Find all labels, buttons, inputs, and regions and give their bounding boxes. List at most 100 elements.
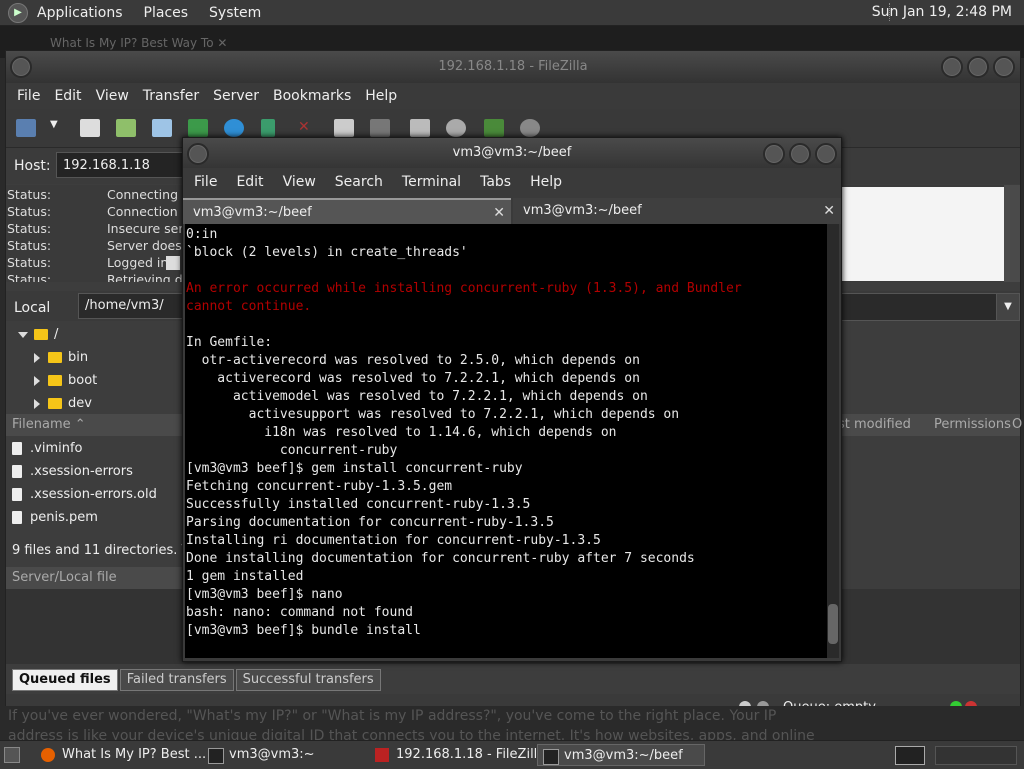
minimize-icon[interactable] <box>941 56 963 78</box>
window-menu-icon[interactable] <box>10 56 32 78</box>
workspace-switcher-2[interactable] <box>935 746 1017 765</box>
menu-applications[interactable]: Applications <box>37 5 123 21</box>
terminal-tab-2[interactable]: vm3@vm3:~/beef ✕ <box>513 198 841 224</box>
term-menu-tabs[interactable]: Tabs <box>480 174 511 190</box>
folder-icon <box>34 329 48 340</box>
terminal-line: bash: nano: command not found <box>186 605 413 620</box>
refresh-icon[interactable] <box>224 119 244 137</box>
tree-item-dev[interactable]: dev <box>34 396 92 409</box>
reconnect-icon[interactable] <box>370 119 390 137</box>
browser-tab[interactable]: What Is My IP? Best Way To ✕ <box>50 36 227 50</box>
filezilla-title: 192.168.1.18 - FileZilla <box>438 59 588 74</box>
log-scrollbar[interactable] <box>1004 185 1020 282</box>
tab-failed-transfers[interactable]: Failed transfers <box>119 669 234 691</box>
terminal-line: [vm3@vm3 beef]$ gem install concurrent-r… <box>186 461 523 476</box>
owner-header[interactable]: O <box>1012 414 1022 436</box>
search-icon[interactable] <box>520 119 540 137</box>
taskbar-item-browser[interactable]: What Is My IP? Best ... <box>36 744 206 766</box>
transfer-queue-icon[interactable] <box>188 119 208 137</box>
host-input[interactable]: 192.168.1.18 <box>56 152 186 178</box>
scrollbar-thumb[interactable] <box>828 604 838 644</box>
remote-tree-icon[interactable] <box>152 119 172 137</box>
terminal-line: 0:in <box>186 227 218 242</box>
expand-icon[interactable] <box>18 331 28 338</box>
terminal-tab-1[interactable]: vm3@vm3:~/beef ✕ <box>183 198 511 224</box>
chevron-down-icon[interactable]: ▼ <box>50 119 58 137</box>
expand-icon[interactable] <box>34 352 40 363</box>
taskbar-item-filezilla[interactable]: 192.168.1.18 - FileZilla <box>370 744 545 766</box>
tab-queued-files[interactable]: Queued files <box>12 669 118 691</box>
term-menu-file[interactable]: File <box>194 174 217 190</box>
close-icon[interactable]: ✕ <box>823 198 835 224</box>
permissions-header[interactable]: Permissions <box>934 414 1011 436</box>
show-desktop-icon[interactable] <box>4 747 20 763</box>
terminal-line: [vm3@vm3 beef]$ nano <box>186 587 343 602</box>
terminal-line: Done installing documentation for concur… <box>186 551 695 566</box>
taskbar-item-terminal-home[interactable]: vm3@vm3:~ <box>203 744 367 766</box>
fz-menu-help[interactable]: Help <box>365 88 397 104</box>
host-label: Host: <box>14 158 51 174</box>
term-menu-terminal[interactable]: Terminal <box>402 174 461 190</box>
file-row[interactable]: .xsession-errors <box>12 464 133 479</box>
tab-successful-transfers[interactable]: Successful transfers <box>235 669 381 691</box>
maximize-icon[interactable] <box>967 56 989 78</box>
fz-menu-edit[interactable]: Edit <box>54 88 81 104</box>
term-menu-edit[interactable]: Edit <box>236 174 263 190</box>
window-menu-icon[interactable] <box>187 143 209 165</box>
filezilla-titlebar[interactable]: 192.168.1.18 - FileZilla <box>6 51 1020 83</box>
terminal-titlebar[interactable]: vm3@vm3:~/beef <box>183 138 841 168</box>
terminal-window: vm3@vm3:~/beef File Edit View Search Ter… <box>182 137 842 662</box>
tree-item-bin[interactable]: bin <box>34 350 88 365</box>
fz-menu-file[interactable]: File <box>17 88 40 104</box>
message-log-icon[interactable] <box>80 119 100 137</box>
cancel-icon[interactable]: ✕ <box>298 119 318 137</box>
fz-menu-view[interactable]: View <box>96 88 129 104</box>
taskbar-item-terminal-beef[interactable]: vm3@vm3:~/beef <box>537 744 705 766</box>
file-row[interactable]: penis.pem <box>12 510 98 525</box>
close-icon[interactable]: ✕ <box>217 36 227 50</box>
terminal-line: i18n was resolved to 1.14.6, which depen… <box>186 425 617 440</box>
terminal-menubar: File Edit View Search Terminal Tabs Help <box>183 168 841 196</box>
file-row[interactable]: .xsession-errors.old <box>12 487 157 502</box>
disconnect-icon[interactable] <box>334 119 354 137</box>
last-modified-header[interactable]: st modified <box>838 414 911 436</box>
close-icon[interactable]: ✕ <box>493 200 505 226</box>
local-tree-icon[interactable] <box>116 119 136 137</box>
menu-places[interactable]: Places <box>144 5 189 21</box>
local-directory-tree: / bin boot dev <box>6 323 186 409</box>
term-menu-view[interactable]: View <box>283 174 316 190</box>
directory-listing-icon[interactable] <box>410 119 430 137</box>
compare-icon[interactable] <box>484 119 504 137</box>
minimize-icon[interactable] <box>763 143 785 165</box>
filename-column-header[interactable]: Filename ⌃ <box>6 414 186 436</box>
term-menu-help[interactable]: Help <box>530 174 562 190</box>
file-row[interactable]: .viminfo <box>12 441 82 456</box>
menu-system[interactable]: System <box>209 5 261 21</box>
fz-menu-bookmarks[interactable]: Bookmarks <box>273 88 351 104</box>
fz-menu-server[interactable]: Server <box>213 88 259 104</box>
term-menu-search[interactable]: Search <box>335 174 383 190</box>
folder-icon <box>48 398 62 409</box>
terminal-scrollbar[interactable] <box>827 224 839 658</box>
file-icon <box>12 488 22 501</box>
terminal-output[interactable]: 0:in `block (2 levels) in create_threads'… <box>185 224 827 658</box>
local-files-status: 9 files and 11 directories. Tot <box>12 543 186 558</box>
remote-path-input[interactable] <box>838 293 998 321</box>
distro-logo-icon[interactable]: ▶ <box>8 2 28 23</box>
panel-clock[interactable]: Sun Jan 19, 2:48 PM <box>872 4 1012 20</box>
local-path-input[interactable]: /home/vm3/ <box>78 293 188 319</box>
chevron-down-icon[interactable]: ▼ <box>996 293 1020 321</box>
expand-icon[interactable] <box>34 398 40 409</box>
maximize-icon[interactable] <box>789 143 811 165</box>
queue-column-header[interactable]: Server/Local file <box>6 567 186 589</box>
filter-icon[interactable] <box>261 119 275 137</box>
tree-item-root[interactable]: / <box>18 327 58 342</box>
tree-item-boot[interactable]: boot <box>34 373 97 388</box>
close-icon[interactable] <box>993 56 1015 78</box>
sync-browsing-icon[interactable] <box>446 119 466 137</box>
close-icon[interactable] <box>815 143 837 165</box>
expand-icon[interactable] <box>34 375 40 386</box>
fz-menu-transfer[interactable]: Transfer <box>143 88 199 104</box>
workspace-switcher[interactable] <box>895 746 925 765</box>
site-manager-icon[interactable] <box>16 119 36 137</box>
